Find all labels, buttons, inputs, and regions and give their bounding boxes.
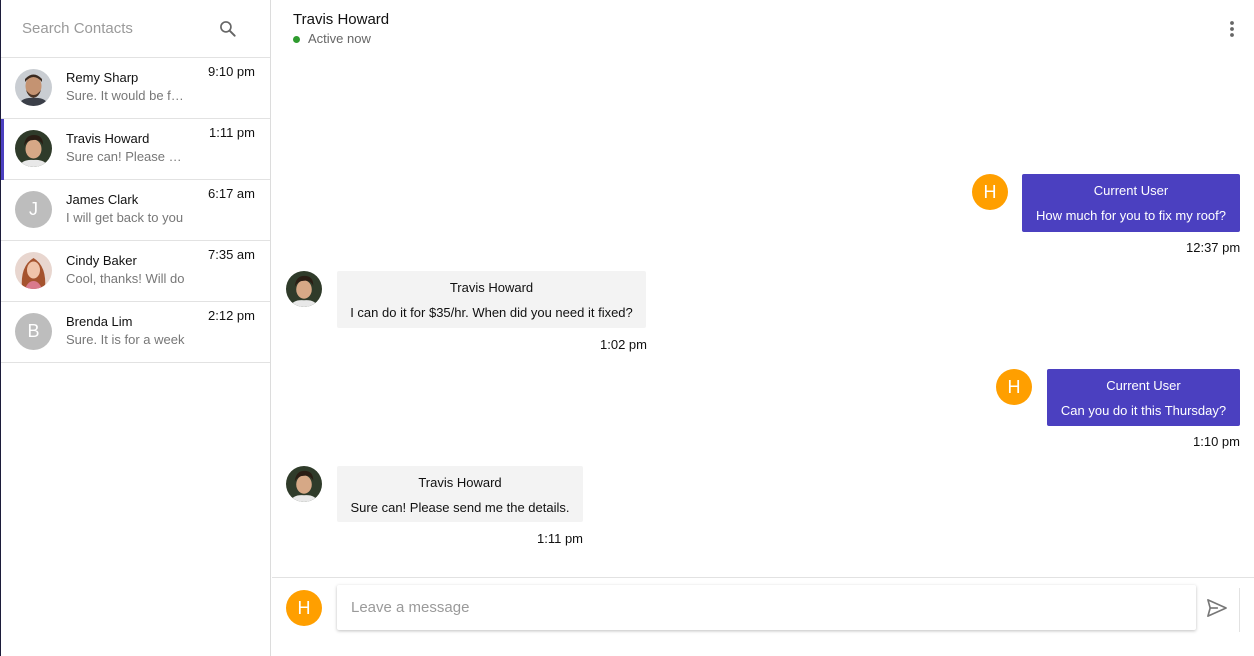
chat-header: Travis Howard Active now [272, 0, 1254, 50]
message-sender: Current User [1093, 183, 1169, 198]
contact-time: 7:35 am [208, 247, 255, 262]
message-bubble: Travis Howard I can do it for $35/hr. Wh… [337, 271, 646, 328]
contact-item-james-clark[interactable]: J James Clark I will get back to you 6:1… [1, 180, 270, 241]
contact-time: 2:12 pm [208, 308, 255, 323]
contacts-sidebar: Remy Sharp Sure. It would be for a roof … [1, 0, 271, 656]
contact-time: 9:10 pm [208, 64, 255, 79]
contact-time: 6:17 am [208, 186, 255, 201]
chat-panel: Travis Howard Active now H Current User … [272, 0, 1254, 656]
message-input[interactable] [337, 585, 1196, 630]
user-avatar: H [972, 174, 1008, 210]
message-bubble: Current User Can you do it this Thursday… [1047, 369, 1240, 426]
user-avatar: H [286, 590, 322, 626]
message-bubble: Current User How much for you to fix my … [1022, 174, 1240, 232]
message-bubble: Travis Howard Sure can! Please send me t… [337, 466, 583, 522]
avatar [15, 130, 52, 167]
message-time: 1:11 pm [537, 531, 584, 546]
contact-name: Travis Howard [66, 131, 150, 146]
contact-item-cindy-baker[interactable]: Cindy Baker Cool, thanks! Will do 7:35 a… [1, 241, 270, 302]
contact-item-remy-sharp[interactable]: Remy Sharp Sure. It would be for a roof … [1, 58, 270, 119]
user-avatar: H [996, 369, 1032, 405]
avatar [15, 252, 52, 289]
contact-name: James Clark [66, 192, 139, 207]
message-text: How much for you to fix my roof? [1035, 208, 1226, 223]
more-vert-icon[interactable] [1226, 19, 1238, 39]
contact-item-brenda-lim[interactable]: B Brenda Lim Sure. It is for a week 2:12… [1, 302, 270, 363]
contact-item-travis-howard[interactable]: Travis Howard Sure can! Please send me t… [1, 119, 270, 180]
message-text: Can you do it this Thursday? [1060, 403, 1227, 418]
message-time: 12:37 pm [1186, 240, 1241, 255]
message-time: 1:02 pm [600, 337, 647, 352]
send-icon[interactable] [1206, 598, 1228, 618]
contact-name: Brenda Lim [66, 314, 133, 329]
status-text: Active now [308, 31, 371, 46]
remy-sharp-photo [15, 69, 52, 106]
contact-preview: Sure can! Please send me the details. [66, 149, 186, 164]
message-composer: H [272, 577, 1254, 656]
avatar [286, 271, 322, 307]
message-sender: Current User [1106, 378, 1181, 393]
message-sender: Travis Howard [418, 475, 502, 490]
contact-preview: Sure. It would be for a roof [66, 88, 186, 103]
online-status-dot [293, 36, 300, 43]
avatar: B [15, 313, 52, 350]
message-text: Sure can! Please send me the details. [350, 500, 570, 515]
search-icon[interactable] [218, 19, 238, 39]
contact-preview: Sure. It is for a week [66, 332, 185, 347]
message-time: 1:10 pm [1193, 434, 1240, 449]
contact-name: Cindy Baker [66, 253, 137, 268]
divider [1239, 588, 1240, 632]
contact-preview: I will get back to you [66, 210, 184, 225]
avatar: J [15, 191, 52, 228]
message-sender: Travis Howard [449, 280, 534, 295]
message-text: I can do it for $35/hr. When did you nee… [350, 305, 633, 320]
contact-search [1, 0, 271, 58]
avatar [286, 466, 322, 502]
avatar [15, 69, 52, 106]
contact-time: 1:11 pm [208, 125, 255, 140]
cindy-baker-photo [15, 252, 52, 289]
travis-howard-photo [286, 271, 322, 307]
travis-howard-photo [15, 130, 52, 167]
travis-howard-photo [286, 466, 322, 502]
chat-title: Travis Howard [293, 11, 390, 28]
messenger-app: Remy Sharp Sure. It would be for a roof … [0, 0, 1254, 656]
contact-name: Remy Sharp [66, 70, 139, 85]
contact-preview: Cool, thanks! Will do [66, 271, 185, 286]
